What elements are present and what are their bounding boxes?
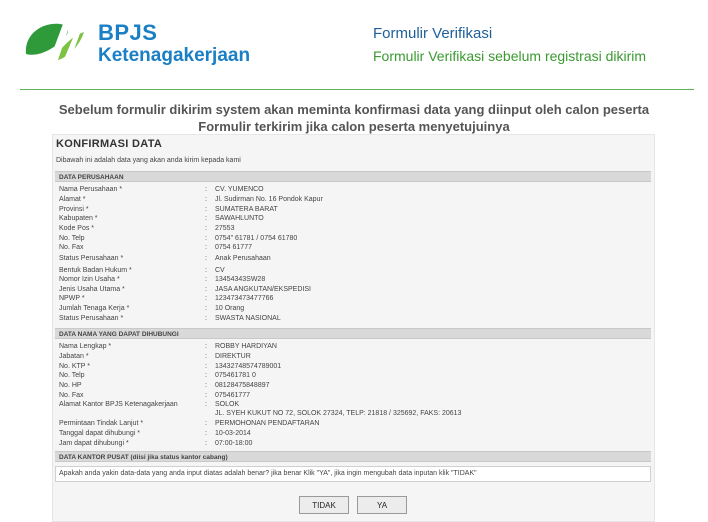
field-separator: : bbox=[205, 255, 207, 262]
field-separator: : bbox=[205, 343, 207, 350]
field-separator: : bbox=[205, 235, 207, 242]
field-label: Jenis Usaha Utama * bbox=[59, 286, 125, 293]
field-label: Nama Lengkap * bbox=[59, 343, 112, 350]
page-header: BPJS Ketenagakerjaan Formulir Verifikasi… bbox=[0, 0, 708, 90]
field-separator: : bbox=[205, 244, 207, 251]
field-separator: : bbox=[205, 225, 207, 232]
field-value: 13454343SW28 bbox=[215, 276, 266, 283]
tidak-button[interactable]: TIDAK bbox=[299, 496, 349, 514]
field-separator: : bbox=[205, 392, 207, 399]
field-separator: : bbox=[205, 372, 207, 379]
field-label: No. Fax bbox=[59, 392, 84, 399]
field-separator: : bbox=[205, 295, 207, 302]
note-line-1: Sebelum formulir dikirim system akan mem… bbox=[58, 102, 650, 117]
note-line-2: Formulir terkirim jika calon peserta men… bbox=[198, 119, 510, 134]
field-label: Nomor Izin Usaha * bbox=[59, 276, 120, 283]
form-description: Dibawah ini adalah data yang akan anda k… bbox=[56, 157, 241, 164]
field-separator: : bbox=[205, 305, 207, 312]
field-value: CV bbox=[215, 267, 225, 274]
field-label: Bentuk Badan Hukum * bbox=[59, 267, 132, 274]
field-label: Alamat Kantor BPJS Ketenagakerjaan bbox=[59, 401, 178, 408]
field-value: 123473473477766 bbox=[215, 295, 274, 302]
field-value: Jl. Sudirman No. 16 Pondok Kapur bbox=[215, 196, 323, 203]
field-label: No. Telp bbox=[59, 372, 85, 379]
bpjs-logo: BPJS Ketenagakerjaan bbox=[22, 14, 262, 70]
field-label: No. Fax bbox=[59, 244, 84, 251]
field-label: Jumlah Tenaga Kerja * bbox=[59, 305, 130, 312]
field-value: 075461781 0 bbox=[215, 372, 256, 379]
section-header-kantor-pusat: DATA KANTOR PUSAT (diisi jika status kan… bbox=[55, 451, 651, 462]
bpjs-logo-icon bbox=[25, 16, 84, 66]
field-label: Nama Perusahaan * bbox=[59, 186, 123, 193]
field-separator: : bbox=[205, 276, 207, 283]
field-label: Status Perusahaan * bbox=[59, 315, 124, 322]
field-value: 0754" 61781 / 0754 61780 bbox=[215, 235, 298, 242]
field-separator: : bbox=[205, 286, 207, 293]
field-value: 075461777 bbox=[215, 392, 251, 399]
field-value: 13432748574789001 bbox=[215, 363, 282, 370]
field-label: NPWP * bbox=[59, 295, 85, 302]
field-label: Kabupaten * bbox=[59, 215, 98, 222]
field-label: Alamat * bbox=[59, 196, 86, 203]
field-value: JASA ANGKUTAN/EKSPEDISI bbox=[215, 286, 311, 293]
field-separator: : bbox=[205, 363, 207, 370]
header-divider bbox=[20, 89, 694, 90]
ya-button[interactable]: YA bbox=[357, 496, 407, 514]
field-separator: : bbox=[205, 401, 207, 408]
field-separator: : bbox=[205, 267, 207, 274]
field-value: CV. YUMENCO bbox=[215, 186, 264, 193]
field-separator: : bbox=[205, 315, 207, 322]
field-value: SAWAHLUNTO bbox=[215, 215, 264, 222]
field-value: DIREKTUR bbox=[215, 353, 251, 360]
field-label: Status Perusahaan * bbox=[59, 255, 124, 262]
section-header-kontak: DATA NAMA YANG DAPAT DIHUBUNGI bbox=[55, 328, 651, 339]
field-value: SWASTA NASIONAL bbox=[215, 315, 281, 322]
field-value: 07:00-18:00 bbox=[215, 440, 253, 447]
field-value: 10 Orang bbox=[215, 305, 245, 312]
field-separator: : bbox=[205, 353, 207, 360]
page-subtitle: Formulir Verifikasi sebelum registrasi d… bbox=[373, 48, 647, 64]
field-value: 08128475848897 bbox=[215, 382, 270, 389]
field-value: SOLOK bbox=[215, 401, 240, 408]
field-separator: : bbox=[205, 420, 207, 427]
field-value-detail: JL. SYEH KUKUT NO 72, SOLOK 27324, TELP:… bbox=[215, 410, 462, 417]
field-separator: : bbox=[205, 196, 207, 203]
field-label: Permintaan Tindak Lanjut * bbox=[59, 420, 144, 427]
field-label: Tanggal dapat dihubungi * bbox=[59, 430, 140, 437]
field-separator: : bbox=[205, 382, 207, 389]
field-value: ROBBY HARDIYAN bbox=[215, 343, 277, 350]
field-label: Provinsi * bbox=[59, 206, 89, 213]
page-title: Formulir Verifikasi bbox=[373, 25, 493, 42]
field-label: Kode Pos * bbox=[59, 225, 95, 232]
field-label: No. Telp bbox=[59, 235, 85, 242]
explanation-note: Sebelum formulir dikirim system akan mem… bbox=[20, 101, 688, 135]
field-separator: : bbox=[205, 206, 207, 213]
confirmation-form: KONFIRMASI DATA Dibawah ini adalah data … bbox=[52, 134, 655, 522]
field-separator: : bbox=[205, 430, 207, 437]
field-value: PERMOHONAN PENDAFTARAN bbox=[215, 420, 320, 427]
confirm-question: Apakah anda yakin data-data yang anda in… bbox=[55, 466, 651, 482]
logo-brand-text: BPJS bbox=[98, 20, 158, 45]
field-separator: : bbox=[205, 186, 207, 193]
field-value: 0754 61777 bbox=[215, 244, 252, 251]
field-label: No. KTP * bbox=[59, 363, 90, 370]
form-title: KONFIRMASI DATA bbox=[56, 138, 163, 150]
section-header-perusahaan: DATA PERUSAHAAN bbox=[55, 171, 651, 182]
field-value: SUMATERA BARAT bbox=[215, 206, 278, 213]
logo-brand-subtext: Ketenagakerjaan bbox=[98, 45, 251, 66]
field-value: 10-03-2014 bbox=[215, 430, 251, 437]
field-value: 27553 bbox=[215, 225, 235, 232]
field-label: Jam dapat dihubungi * bbox=[59, 440, 129, 447]
field-label: No. HP bbox=[59, 382, 82, 389]
field-value: Anak Perusahaan bbox=[215, 255, 271, 262]
field-separator: : bbox=[205, 215, 207, 222]
field-separator: : bbox=[205, 440, 207, 447]
field-label: Jabatan * bbox=[59, 353, 89, 360]
